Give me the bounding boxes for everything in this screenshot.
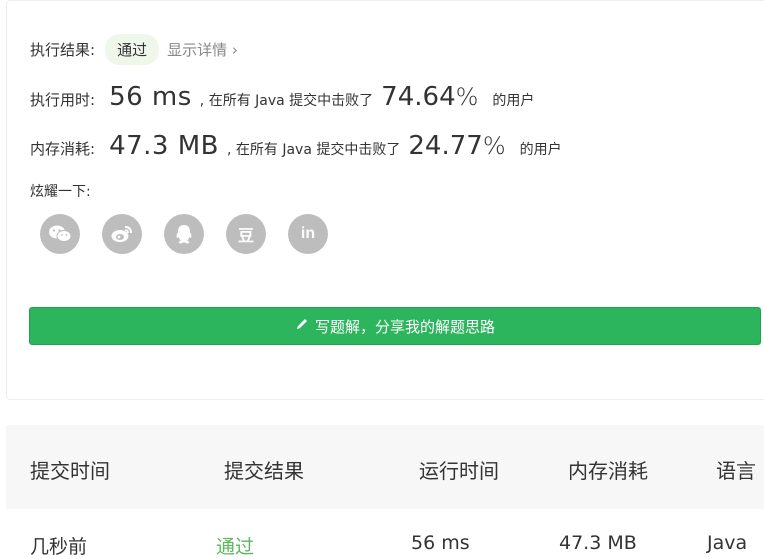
runtime-row: 执行用时: 56 ms , 在所有 Java 提交中击败了 74.64% 的用户 <box>30 82 534 112</box>
write-solution-label: 写题解，分享我的解题思路 <box>314 317 495 336</box>
result-label: 执行结果: <box>30 41 96 59</box>
wechat-glyph <box>49 225 72 242</box>
header-submit-result[interactable]: 提交结果 <box>224 455 304 484</box>
row-submit-time: 几秒前 <box>30 536 88 558</box>
runtime-percent: 74.64 <box>381 82 456 112</box>
runtime-percent-sign: % <box>455 83 479 111</box>
qq-icon[interactable] <box>164 214 204 254</box>
runtime-beat-suffix: 的用户 <box>492 93 535 109</box>
douban-icon[interactable]: 豆 <box>226 214 266 254</box>
header-submit-time[interactable]: 提交时间 <box>30 455 110 484</box>
header-memory[interactable]: 内存消耗 <box>568 455 648 484</box>
runtime-beat-prefix: , 在所有 Java 提交中击败了 <box>199 93 374 109</box>
runtime-label: 执行用时: <box>30 91 96 109</box>
runtime-value: 56 ms <box>109 82 192 112</box>
douban-glyph: 豆 <box>237 228 254 245</box>
status-badge: 通过 <box>105 34 160 65</box>
weibo-icon[interactable] <box>102 214 142 254</box>
share-icons: 豆 in <box>40 214 328 254</box>
share-row: 炫耀一下: <box>30 181 91 201</box>
memory-percent: 24.77 <box>408 131 483 161</box>
row-submit-result[interactable]: 通过 <box>216 532 254 559</box>
row-memory: 47.3 MB <box>559 532 637 554</box>
submissions-table-header <box>6 425 764 509</box>
memory-beat-suffix: 的用户 <box>519 142 562 158</box>
write-solution-button[interactable]: 写题解，分享我的解题思路 <box>29 307 761 345</box>
row-runtime: 56 ms <box>411 532 470 554</box>
memory-beat-prefix: , 在所有 Java 提交中击败了 <box>227 142 401 158</box>
qq-glyph <box>176 225 192 244</box>
memory-value: 47.3 MB <box>109 131 219 161</box>
wechat-icon[interactable] <box>40 214 80 254</box>
header-runtime[interactable]: 运行时间 <box>419 455 499 484</box>
memory-percent-sign: % <box>482 132 506 160</box>
share-label: 炫耀一下: <box>30 184 91 200</box>
memory-row: 内存消耗: 47.3 MB , 在所有 Java 提交中击败了 24.77% 的… <box>30 131 562 161</box>
linkedin-icon[interactable]: in <box>288 214 328 254</box>
row-language: Java <box>707 532 748 554</box>
weibo-glyph <box>111 226 132 242</box>
header-language[interactable]: 语言 <box>716 455 756 484</box>
memory-label: 内存消耗: <box>30 140 96 158</box>
result-row: 执行结果: 通过 显示详情 › <box>30 34 238 65</box>
show-details-link[interactable]: 显示详情 › <box>167 39 238 60</box>
pencil-icon <box>295 317 309 335</box>
linkedin-glyph: in <box>300 225 316 242</box>
